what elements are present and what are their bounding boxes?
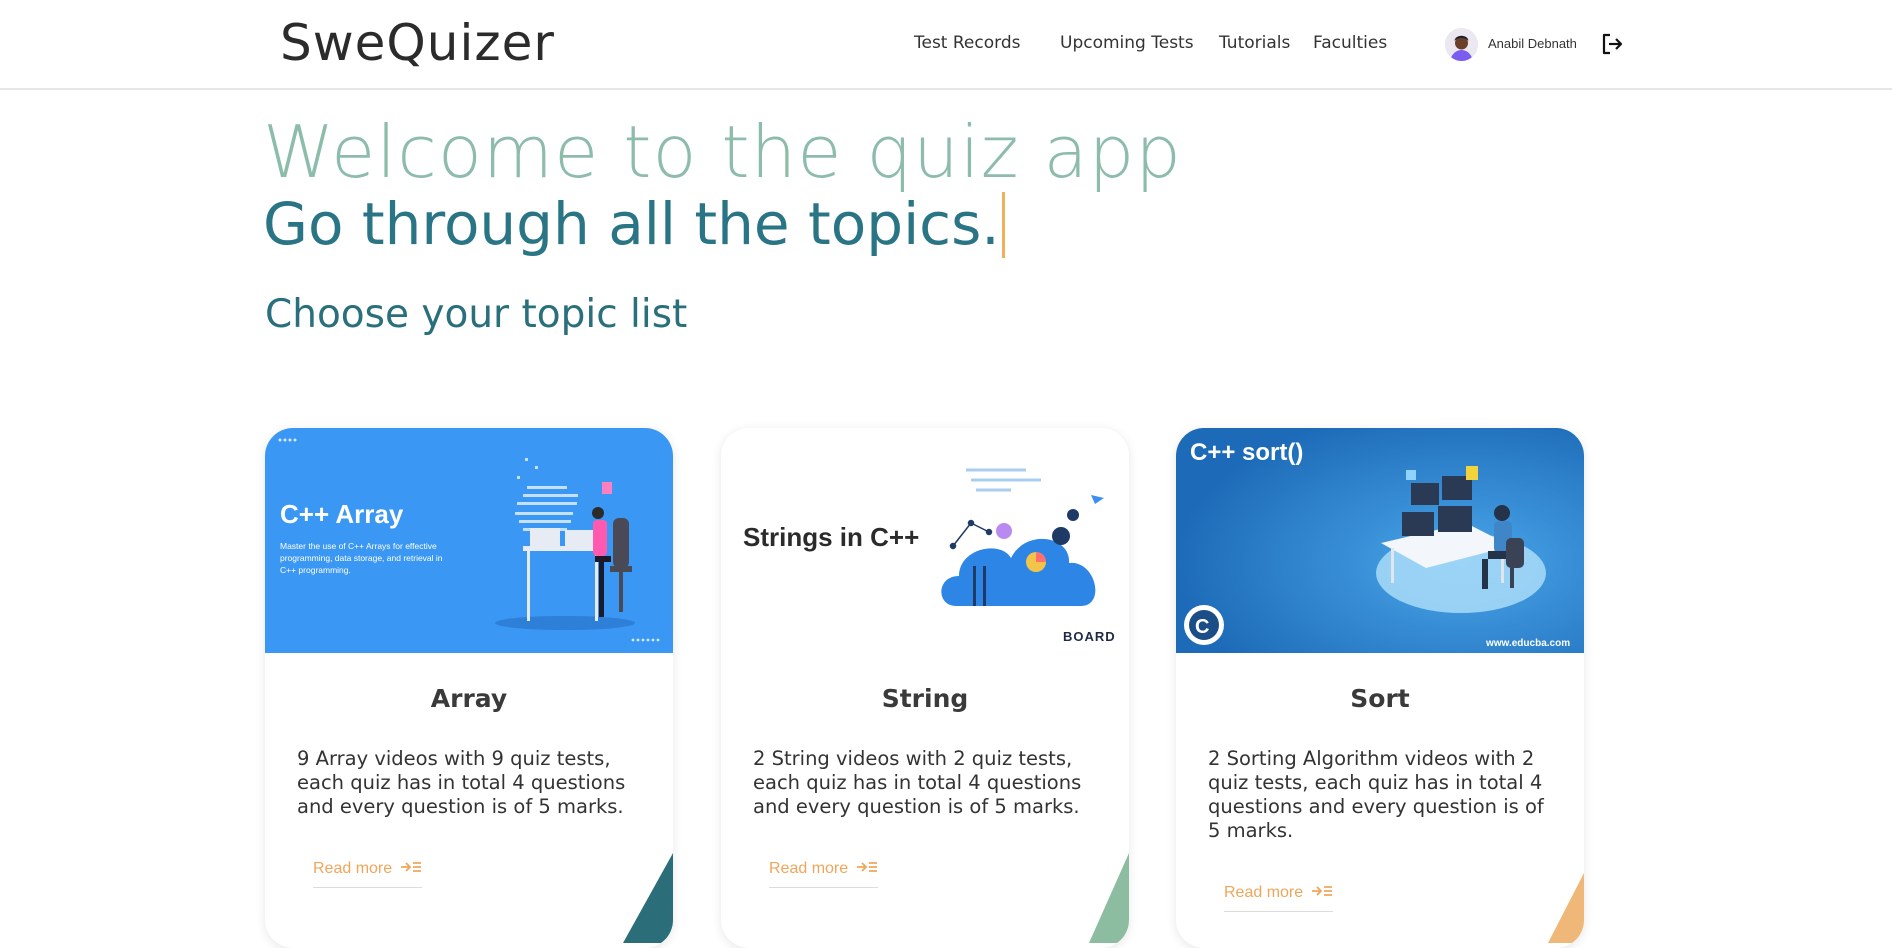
read-more-link[interactable]: Read more (313, 860, 423, 888)
card-image-footer: www.educba.com (1485, 638, 1570, 649)
read-more-label: Read more (1224, 884, 1304, 901)
card-title: Sort (1350, 684, 1410, 713)
card-image-sort: C++ sort() C www.educba.com (1176, 428, 1584, 653)
arrow-list-icon (856, 860, 878, 879)
hero-subheading: Go through all the topics. (263, 190, 1005, 258)
svg-text:C: C (1195, 616, 1209, 638)
typing-caret (1001, 192, 1005, 258)
card-image-badge: BOARD (1063, 629, 1116, 644)
card-image-title: Strings in C++ (743, 522, 919, 552)
read-more-link[interactable]: Read more (769, 860, 879, 888)
card-title: String (881, 684, 969, 713)
card-image-title: C++ sort() (1190, 439, 1303, 466)
card-description: 2 String videos with 2 quiz tests, each … (753, 747, 1082, 818)
card-description: 2 Sorting Algorithm videos with 2 quiz t… (1208, 747, 1544, 842)
nav-tutorials[interactable]: Tutorials (1219, 33, 1290, 53)
card-accent-corner (1089, 853, 1129, 948)
card-image-string: Strings in C++ BOARD (721, 428, 1129, 653)
topic-card-string[interactable]: Strings in C++ BOARD String 2 String vid… (721, 428, 1129, 948)
card-image-subtitle: Master the use of C++ Arrays for effecti… (280, 541, 443, 575)
topic-card-array[interactable]: C++ Array Master the use of C++ Arrays f… (265, 428, 673, 948)
nav-test-records[interactable]: Test Records (914, 33, 1020, 53)
nav-upcoming-tests[interactable]: Upcoming Tests (1060, 33, 1194, 53)
read-more-label: Read more (769, 860, 849, 877)
hero-typed-text: Go through all the topics. (263, 190, 1000, 258)
card-title: Array (430, 684, 508, 713)
arrow-list-icon (400, 860, 422, 879)
read-more-label: Read more (313, 860, 393, 877)
card-image-title: C++ Array (280, 499, 404, 529)
avatar-person-icon (1445, 28, 1478, 61)
card-accent-corner (1548, 873, 1584, 948)
card-accent-corner (623, 853, 673, 948)
topic-card-sort[interactable]: C++ sort() C www.educba.com Sort 2 Sorti… (1176, 428, 1584, 948)
card-description: 9 Array videos with 9 quiz tests, each q… (297, 747, 626, 818)
user-name[interactable]: Anabil Debnath (1488, 36, 1577, 51)
user-avatar[interactable] (1445, 28, 1478, 61)
logout-icon[interactable] (1600, 32, 1626, 56)
top-navbar: SweQuizer Test Records Upcoming Tests Tu… (0, 0, 1892, 90)
brand-logo-text[interactable]: SweQuizer (280, 14, 555, 72)
nav-faculties[interactable]: Faculties (1313, 33, 1387, 53)
read-more-link[interactable]: Read more (1224, 884, 1334, 912)
section-title: Choose your topic list (265, 292, 688, 337)
hero-welcome-heading: Welcome to the quiz app (263, 110, 1182, 194)
arrow-list-icon (1311, 884, 1333, 903)
card-image-array: C++ Array Master the use of C++ Arrays f… (265, 428, 673, 653)
